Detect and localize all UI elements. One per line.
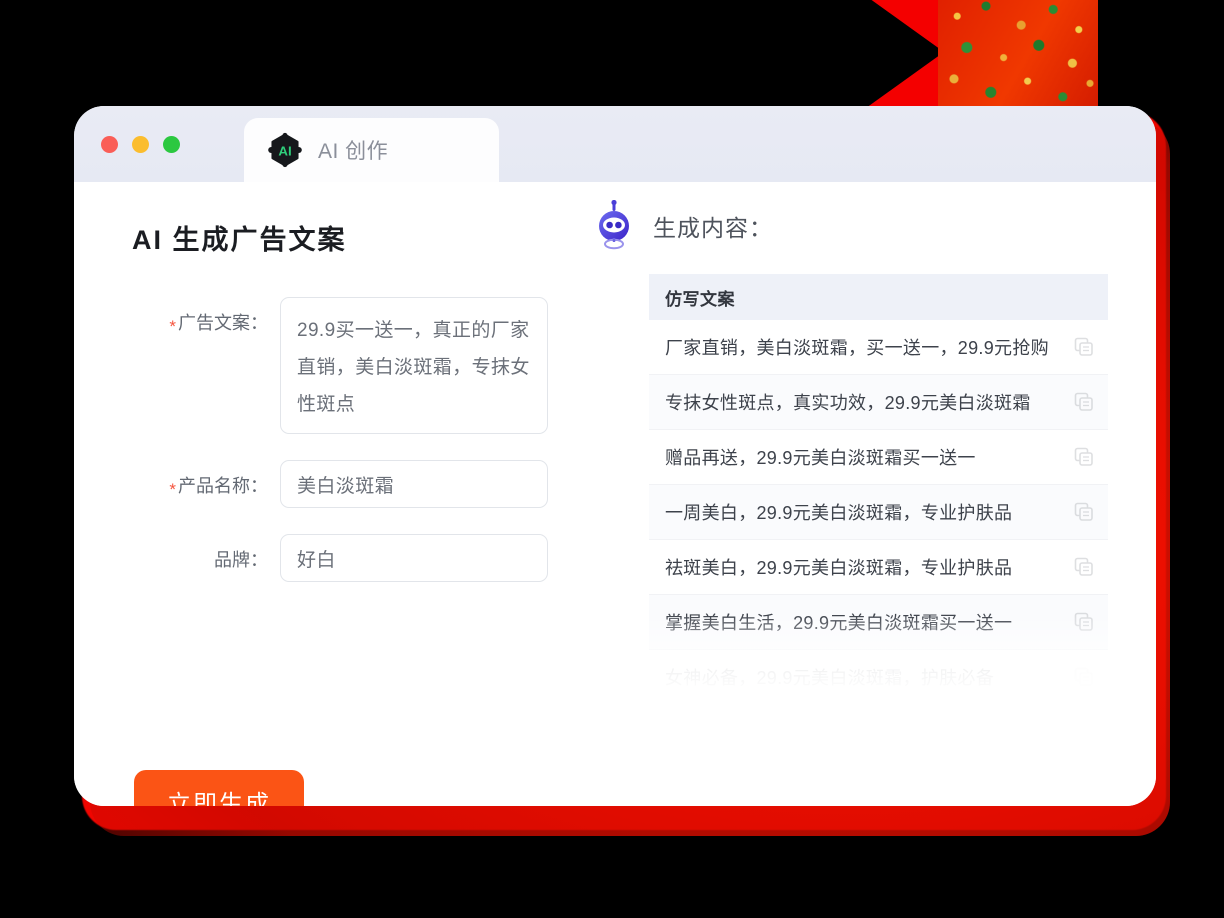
copy-icon[interactable]: [1074, 392, 1094, 412]
result-panel: 生成内容： 仿写文案 1 厂家直销，美白淡斑霜，买一送一，29.9元抢购: [579, 182, 1156, 806]
field-product-name: * 产品名称： 美白淡斑霜: [132, 460, 579, 508]
decorative-texture-graphic: [866, 0, 1098, 108]
copy-icon[interactable]: [1074, 502, 1094, 522]
product-name-input[interactable]: 美白淡斑霜: [280, 460, 548, 508]
table-row[interactable]: 7 女神必备，29.9元美白淡斑霜，护肤必备: [649, 650, 1108, 694]
row-text: 女神必备，29.9元美白淡斑霜，护肤必备: [665, 668, 995, 688]
row-text: 赠品再送，29.9元美白淡斑霜买一送一: [665, 448, 976, 468]
traffic-lights: [101, 136, 180, 153]
row-text: 掌握美白生活，29.9元美白淡斑霜买一送一: [665, 613, 1013, 633]
table-row[interactable]: 2 专抹女性斑点，真实功效，29.9元美白淡斑霜: [649, 375, 1108, 430]
ad-copy-textarea[interactable]: 29.9买一送一，真正的厂家直销，美白淡斑霜，专抹女性斑点: [280, 297, 548, 434]
window-titlebar: AI AI 创作: [74, 106, 1156, 182]
window-body: AI 生成广告文案 * 广告文案： 29.9买一送一，真正的厂家直销，美白淡斑霜，…: [74, 182, 1156, 806]
ai-hexagon-icon: AI: [268, 132, 302, 168]
screenshot-root: AI AI 创作 AI 生成广告文案 * 广告文案： 29.9买一送一，真正的厂家…: [0, 0, 1224, 918]
tab-label: AI 创作: [318, 140, 389, 163]
table-header: 仿写文案: [649, 274, 1108, 320]
decorative-speckled-square: [938, 0, 1098, 108]
row-text: 祛斑美白，29.9元美白淡斑霜，专业护肤品: [665, 558, 1013, 578]
field-brand: 品牌： 好白: [132, 534, 579, 582]
required-asterisk-icon: *: [169, 317, 176, 336]
robot-icon: [599, 200, 629, 250]
table-row[interactable]: 1 厂家直销，美白淡斑霜，买一送一，29.9元抢购: [649, 320, 1108, 375]
field-ad-copy: * 广告文案： 29.9买一送一，真正的厂家直销，美白淡斑霜，专抹女性斑点: [132, 297, 579, 434]
decorative-triangle: [866, 0, 944, 108]
minimize-button-icon[interactable]: [132, 136, 149, 153]
table-column-header-copy: 仿写文案: [665, 289, 735, 309]
row-text: 厂家直销，美白淡斑霜，买一送一，29.9元抢购: [665, 338, 1049, 358]
copy-icon[interactable]: [1074, 557, 1094, 577]
field-label-product-name: * 产品名称：: [169, 476, 268, 499]
table-row[interactable]: 6 掌握美白生活，29.9元美白淡斑霜买一送一: [649, 595, 1108, 650]
app-window: AI AI 创作 AI 生成广告文案 * 广告文案： 29.9买一送一，真正的厂家…: [74, 106, 1156, 806]
copy-icon[interactable]: [1074, 612, 1094, 632]
page-title: AI 生成广告文案: [132, 225, 347, 255]
close-button-icon[interactable]: [101, 136, 118, 153]
table-row[interactable]: 5 祛斑美白，29.9元美白淡斑霜，专业护肤品: [649, 540, 1108, 595]
row-text: 专抹女性斑点，真实功效，29.9元美白淡斑霜: [665, 393, 1031, 413]
generate-button[interactable]: 立即生成: [134, 770, 304, 806]
table-row[interactable]: 3 赠品再送，29.9元美白淡斑霜买一送一: [649, 430, 1108, 485]
field-label-ad-copy: * 广告文案：: [169, 313, 268, 336]
field-label-brand: 品牌：: [214, 550, 268, 570]
svg-text:AI: AI: [278, 144, 291, 159]
table-row[interactable]: 4 一周美白，29.9元美白淡斑霜，专业护肤品: [649, 485, 1108, 540]
form-panel: AI 生成广告文案 * 广告文案： 29.9买一送一，真正的厂家直销，美白淡斑霜，…: [74, 182, 579, 806]
result-heading-label: 生成内容：: [653, 215, 773, 241]
generated-copy-table: 仿写文案 1 厂家直销，美白淡斑霜，买一送一，29.9元抢购 2: [649, 274, 1108, 694]
result-heading: 生成内容：: [579, 200, 1156, 252]
tab-ai-creation[interactable]: AI AI 创作: [244, 118, 499, 182]
row-text: 一周美白，29.9元美白淡斑霜，专业护肤品: [665, 503, 1013, 523]
copy-icon[interactable]: [1074, 667, 1094, 687]
copy-icon[interactable]: [1074, 447, 1094, 467]
required-asterisk-icon: *: [169, 480, 176, 499]
brand-input[interactable]: 好白: [280, 534, 548, 582]
copy-icon[interactable]: [1074, 337, 1094, 357]
maximize-button-icon[interactable]: [163, 136, 180, 153]
